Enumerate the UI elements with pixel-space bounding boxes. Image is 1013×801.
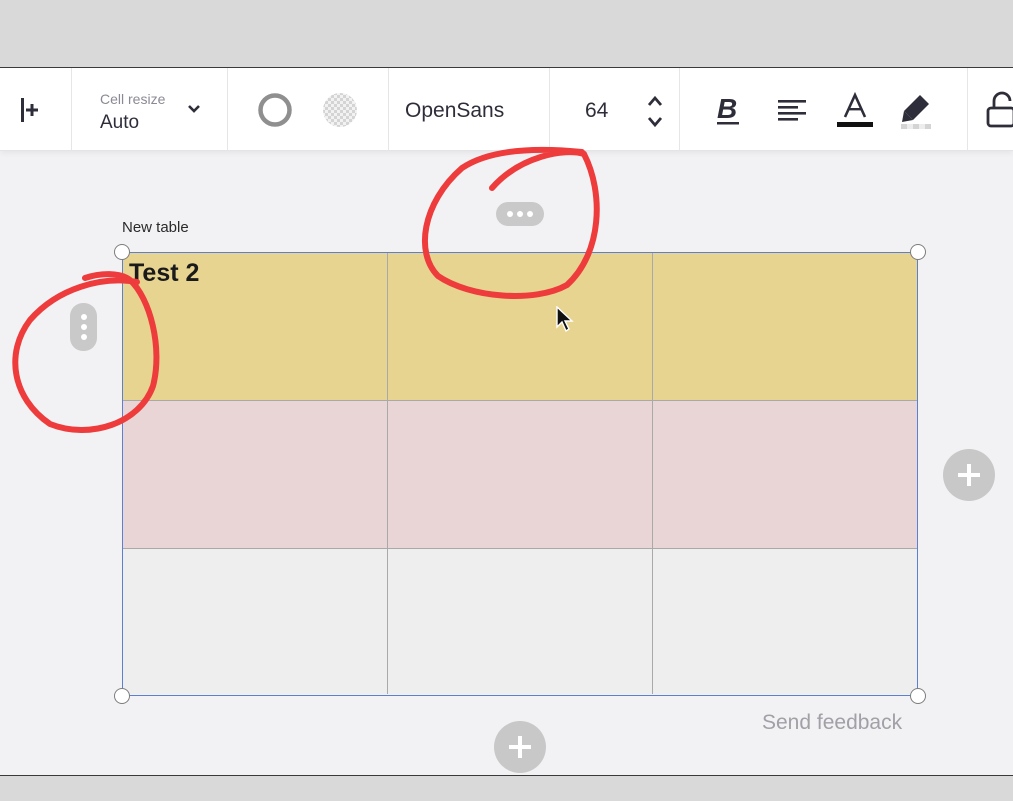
toolbar-divider [967,68,968,151]
table-cell[interactable] [388,401,653,548]
more-vertical-icon [80,314,87,320]
table-row [123,401,917,549]
border-style-button[interactable] [252,88,298,132]
table-cell[interactable] [388,253,653,400]
highlight-button[interactable] [895,88,939,132]
toolbar-divider [549,68,550,151]
stepper-up-icon [647,95,663,106]
table-cell[interactable] [388,549,653,694]
font-size-increase-button[interactable] [642,92,668,110]
lock-button[interactable] [984,88,1013,132]
resize-handle-top-left[interactable] [114,244,130,260]
add-column-button[interactable] [943,449,995,501]
font-size-input[interactable]: 64 [585,99,608,123]
toolbar-divider [227,68,228,151]
table-cell[interactable] [653,401,917,548]
more-horizontal-icon [507,211,513,217]
table-cell[interactable] [123,401,388,548]
table-row [123,549,917,694]
bold-button[interactable]: B [706,88,750,132]
table-cell[interactable]: Test 2 [123,253,388,400]
column-options-button[interactable] [496,202,544,226]
align-left-icon [778,100,806,121]
stepper-down-icon [647,117,663,128]
table-cell[interactable] [123,549,388,694]
resize-handle-top-right[interactable] [910,244,926,260]
send-feedback-link[interactable]: Send feedback [762,711,902,735]
row-options-button[interactable] [70,303,97,351]
table-row: Test 2 [123,253,917,401]
text-align-button[interactable] [770,88,814,132]
add-row-button[interactable] [494,721,546,773]
toolbar-divider [679,68,680,151]
resize-handle-bottom-right[interactable] [910,688,926,704]
cell-text: Test 2 [129,259,200,287]
table-cell[interactable] [653,253,917,400]
mouse-cursor-icon [556,306,574,333]
chevron-down-icon [188,105,200,113]
app-screen: Cell resize Auto OpenSans 64 B New table… [0,67,1013,776]
cell-resize-label: Cell resize [100,91,166,107]
table-cell[interactable] [653,549,917,694]
svg-text:B: B [717,93,737,124]
border-ring-icon [258,93,292,127]
insert-column-button[interactable] [0,88,50,132]
text-color-icon [837,91,873,127]
cell-resize-value: Auto [100,112,140,133]
unlock-icon [986,91,1013,128]
text-color-button[interactable] [832,88,878,132]
plus-icon [958,464,980,486]
highlight-pen-icon [901,95,931,129]
bold-icon: B [717,93,739,125]
transparency-icon [323,93,357,127]
font-size-decrease-button[interactable] [642,113,668,131]
resize-handle-bottom-left[interactable] [114,688,130,704]
cell-resize-dropdown[interactable]: Cell resize Auto [72,68,227,151]
toolbar-divider [388,68,389,151]
table-title: New table [122,219,189,236]
insert-column-icon [21,98,38,122]
table[interactable]: Test 2 [122,252,918,696]
fill-color-button[interactable] [317,88,363,132]
toolbar: Cell resize Auto OpenSans 64 B [0,68,1013,151]
font-family-selector[interactable]: OpenSans [405,99,504,123]
plus-icon [509,736,531,758]
